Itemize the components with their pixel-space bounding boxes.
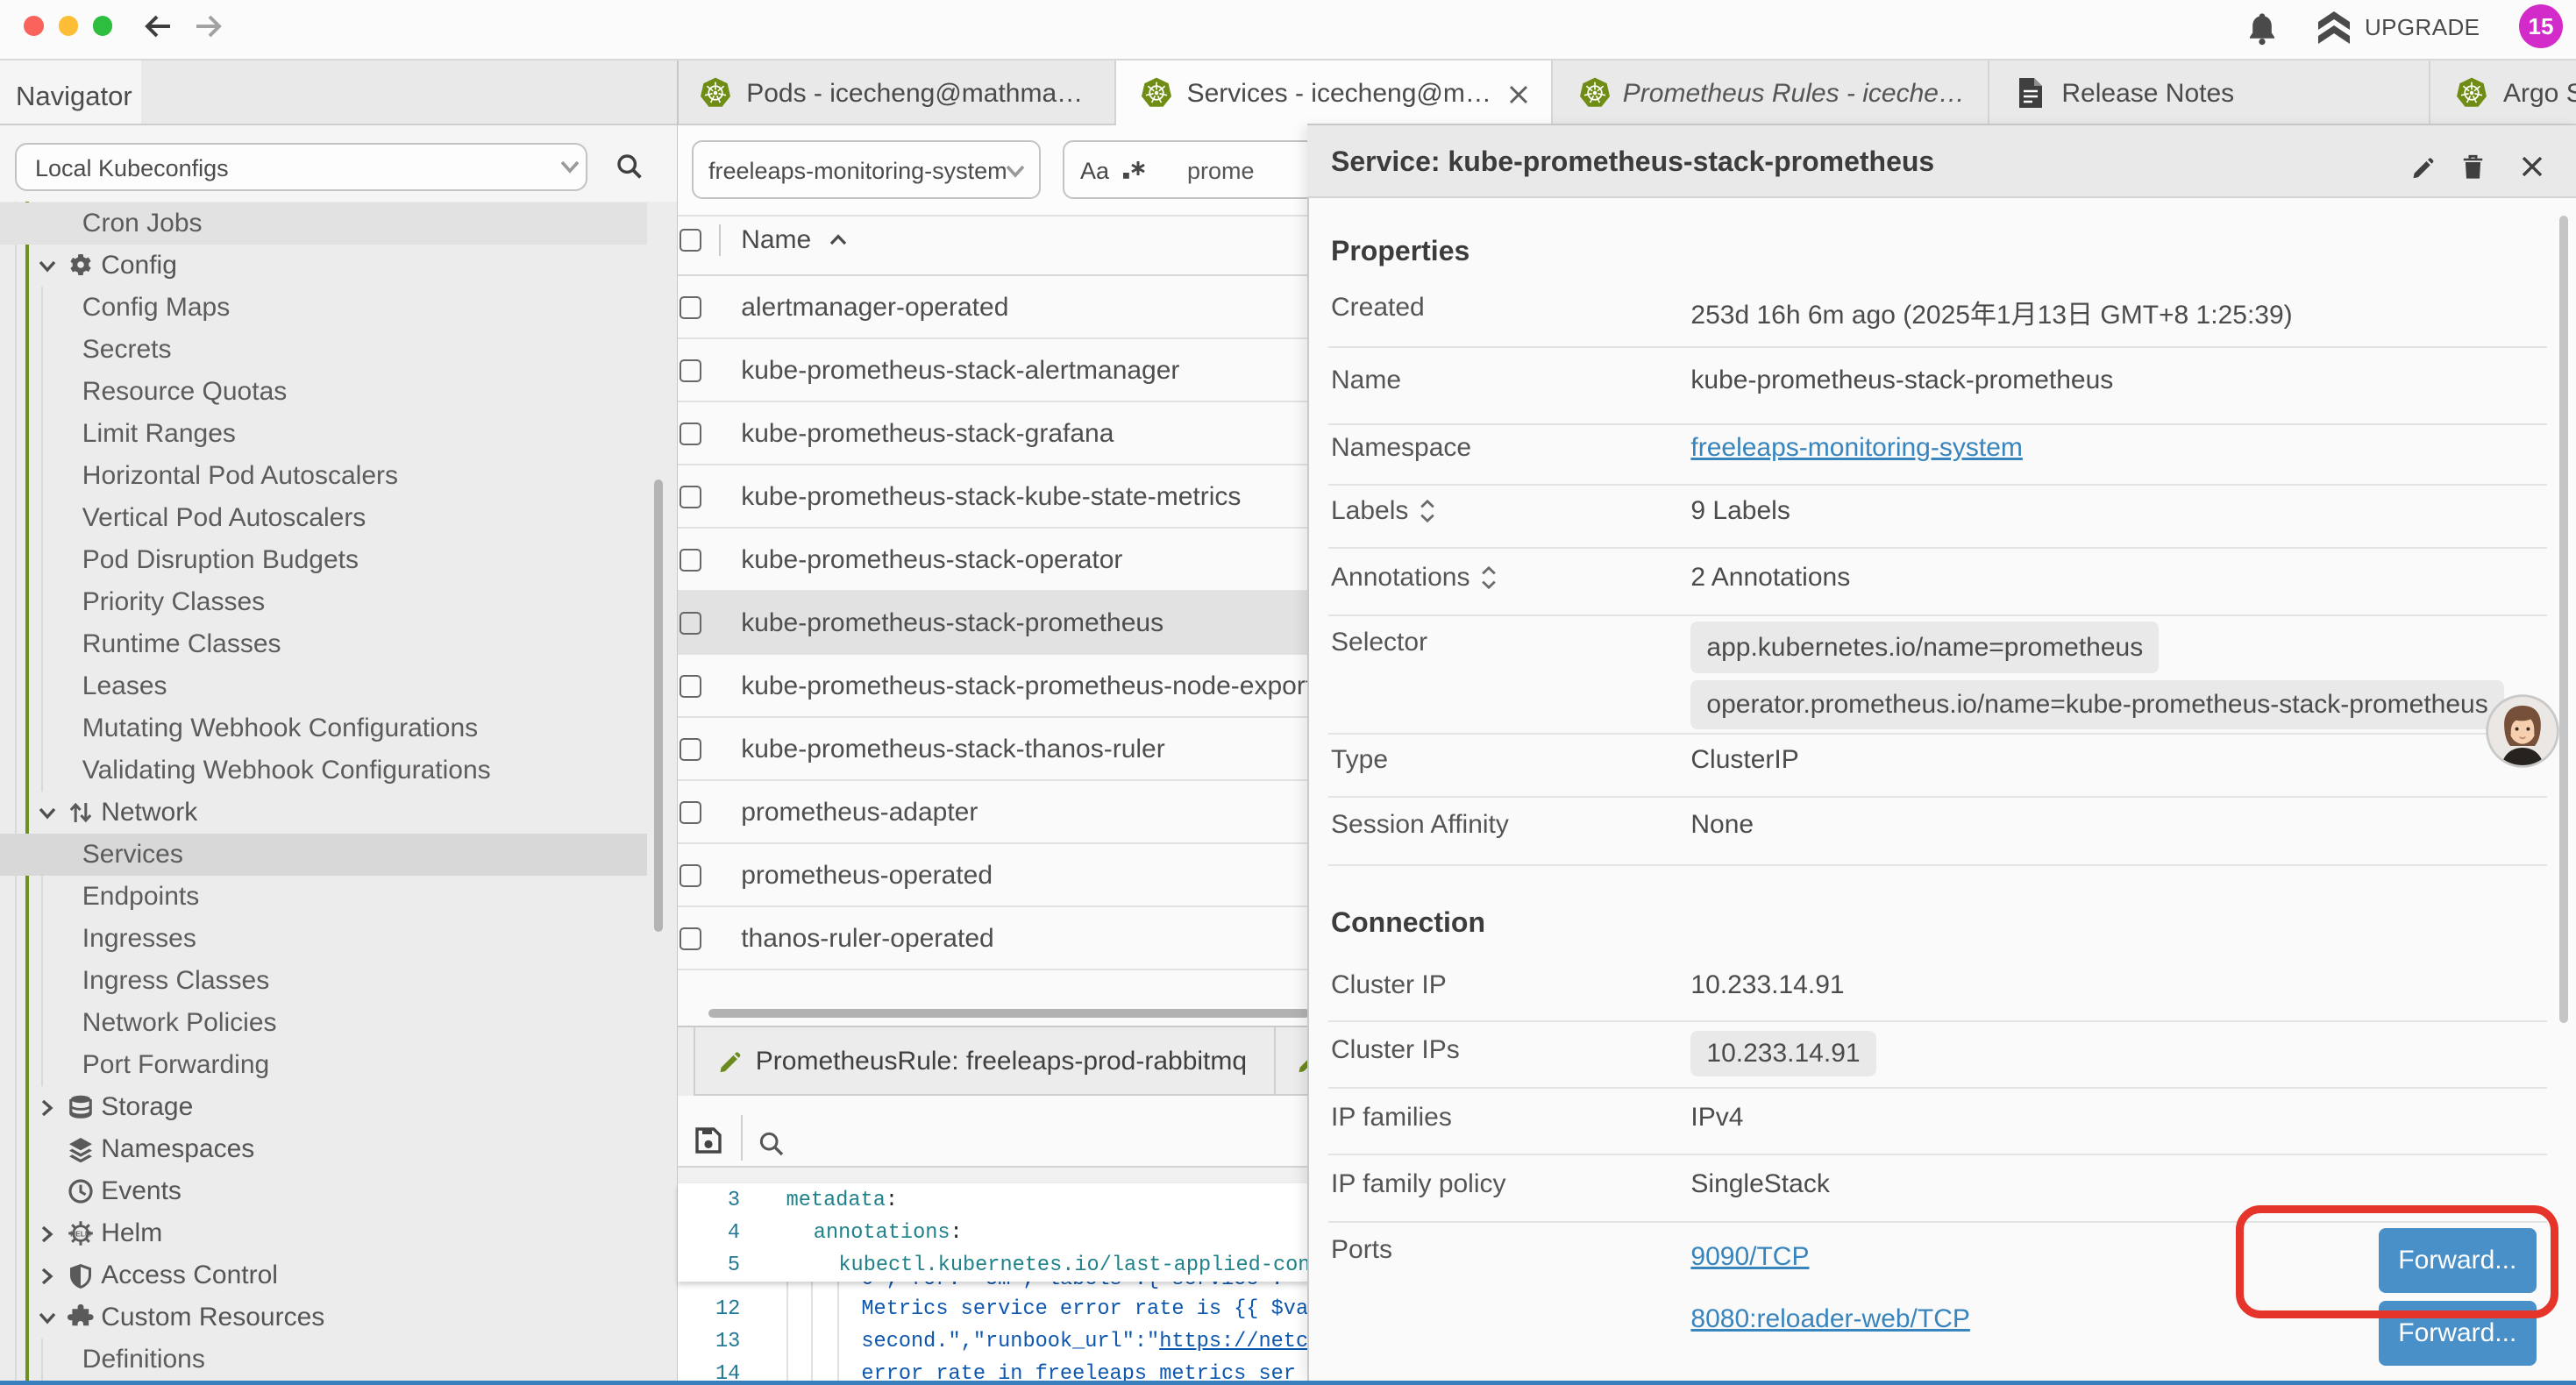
svg-text:HELM: HELM — [70, 1229, 91, 1238]
